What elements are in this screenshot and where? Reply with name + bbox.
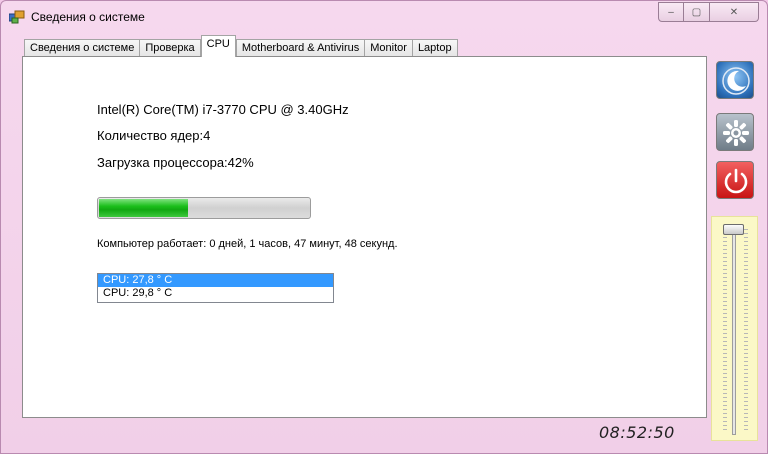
app-icon — [9, 10, 25, 24]
app-window: Сведения о системе – ▢ ✕ Сведения о сист… — [0, 0, 768, 454]
tab-monitor[interactable]: Monitor — [365, 39, 413, 57]
tab-cpu[interactable]: CPU — [200, 35, 236, 57]
cpu-load-progress-bar — [97, 197, 311, 219]
power-button[interactable] — [716, 161, 754, 199]
gear-icon — [723, 120, 749, 146]
volume-slider[interactable] — [711, 216, 758, 441]
title-bar[interactable]: Сведения о системе – ▢ ✕ — [1, 1, 767, 31]
moon-icon — [722, 67, 750, 95]
slider-track — [732, 225, 736, 435]
tab-laptop[interactable]: Laptop — [412, 39, 458, 57]
uptime-text: Компьютер работает: 0 дней, 1 часов, 47 … — [97, 238, 398, 250]
temperature-list-item[interactable]: CPU: 27,8 ° C — [98, 274, 333, 287]
window-controls: – ▢ ✕ — [658, 2, 759, 22]
cpu-panel: Intel(R) Core(TM) i7-3770 CPU @ 3.40GHz … — [22, 56, 707, 418]
slider-ticks-right — [744, 229, 748, 430]
tab-motherboard-antivirus[interactable]: Motherboard & Antivirus — [235, 39, 366, 57]
tab-system-info[interactable]: Сведения о системе — [24, 39, 141, 57]
maximize-button[interactable]: ▢ — [684, 2, 710, 22]
slider-thumb[interactable] — [723, 224, 744, 235]
window-title: Сведения о системе — [31, 10, 145, 24]
tab-check[interactable]: Проверка — [140, 39, 201, 57]
core-count: Количество ядер:4 — [97, 128, 211, 143]
clock: 08:52:50 — [599, 423, 675, 442]
temperature-list[interactable]: CPU: 27,8 ° C CPU: 29,8 ° C — [97, 273, 334, 303]
close-button[interactable]: ✕ — [710, 2, 759, 22]
minimize-button[interactable]: – — [658, 2, 684, 22]
slider-ticks-left — [723, 229, 727, 430]
temperature-list-item[interactable]: CPU: 29,8 ° C — [98, 287, 333, 300]
progress-fill — [99, 199, 188, 217]
sleep-button[interactable] — [716, 61, 754, 99]
tab-strip: Сведения о системе Проверка CPU Motherbo… — [24, 35, 458, 57]
cpu-name: Intel(R) Core(TM) i7-3770 CPU @ 3.40GHz — [97, 102, 349, 117]
cpu-load-label: Загрузка процессора:42% — [97, 155, 254, 170]
power-icon — [724, 168, 748, 194]
settings-button[interactable] — [716, 113, 754, 151]
